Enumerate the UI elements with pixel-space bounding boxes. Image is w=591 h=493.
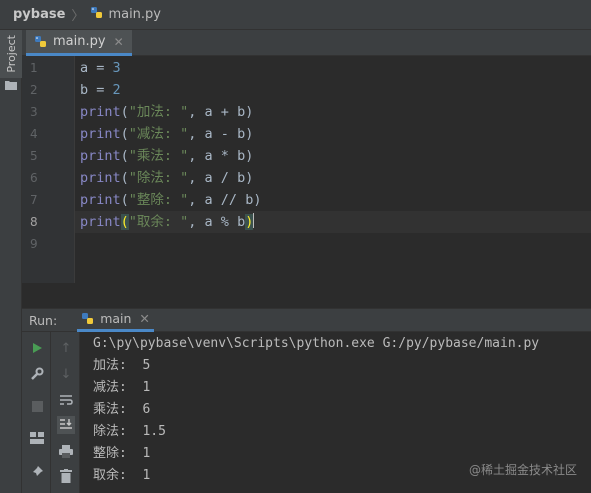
arrow-up-icon[interactable]: ↑ [58,340,74,356]
line-number-gutter: 1 2 3 4 5 6 7 8 9 [22,56,75,283]
project-tool-tab[interactable]: Project [0,30,22,78]
console-line: 取余: 1 [93,468,151,483]
scroll-to-end-icon[interactable] [57,416,75,434]
code-line: print("整除: ", a // b) [80,192,262,208]
code-editor[interactable]: a = 3 b = 2 print("加法: ", a + b) print("… [75,56,591,283]
code-line: print("除法: ", a / b) [80,170,254,186]
close-icon[interactable]: ✕ [114,35,124,49]
run-tab-main[interactable]: main ✕ [77,308,154,332]
line-number: 4 [30,127,38,141]
code-line: print("乘法: ", a * b) [80,148,254,164]
breadcrumb-project[interactable]: pybase [13,7,65,22]
line-number: 5 [30,149,38,163]
run-panel-header: Run: main ✕ [22,308,591,332]
code-line: print("减法: ", a - b) [80,126,254,142]
line-number: 9 [30,237,38,251]
trash-icon[interactable] [58,468,74,484]
line-number: 3 [30,105,38,119]
breadcrumb-file[interactable]: main.py [108,7,161,22]
code-line-current: print("取余: ", a % b) [75,211,591,233]
soft-wrap-icon[interactable] [58,392,74,408]
python-run-icon [81,312,95,326]
console-line: 除法: 1.5 [93,424,166,439]
tab-main-py[interactable]: main.py ✕ [26,30,132,56]
close-icon[interactable]: ✕ [139,311,149,326]
line-number: 1 [30,61,38,75]
code-line: a = 3 [80,60,121,76]
left-tool-strip [0,30,22,493]
run-toolbar-primary [22,332,51,493]
layout-icon[interactable] [29,430,45,446]
python-file-icon [90,6,104,24]
print-icon[interactable] [58,443,74,459]
project-tab-label: Project [4,35,18,73]
stop-icon[interactable] [29,398,45,414]
line-number: 8 [30,215,38,229]
watermark: @稀土掘金技术社区 [468,463,577,477]
line-number: 6 [30,171,38,185]
breadcrumb: pybase 〉 main.py [0,0,591,30]
tab-label: main.py [53,34,106,49]
line-number: 2 [30,83,38,97]
text-caret [253,213,255,228]
code-line: print("加法: ", a + b) [80,104,254,120]
console-line: 整除: 1 [93,446,151,461]
python-file-icon [34,35,48,49]
run-label: Run: [29,312,58,328]
breadcrumb-separator-icon: 〉 [71,9,85,24]
console-line: 减法: 1 [93,380,151,395]
run-toolbar-secondary: ↑ ↓ [51,332,80,493]
run-tab-label: main [100,311,132,326]
console-line: 加法: 5 [93,358,151,373]
folder-icon[interactable] [5,80,17,90]
wrench-icon[interactable] [29,366,45,382]
line-number: 7 [30,193,38,207]
console-line: 乘法: 6 [93,402,151,417]
editor-tab-bar: main.py ✕ [22,30,591,56]
pin-icon[interactable] [29,463,45,479]
rerun-icon[interactable] [29,340,45,356]
code-line: b = 2 [80,82,121,98]
arrow-down-icon[interactable]: ↓ [58,366,74,382]
panel-splitter[interactable] [22,283,591,308]
console-line-command: G:\py\pybase\venv\Scripts\python.exe G:/… [93,336,540,351]
